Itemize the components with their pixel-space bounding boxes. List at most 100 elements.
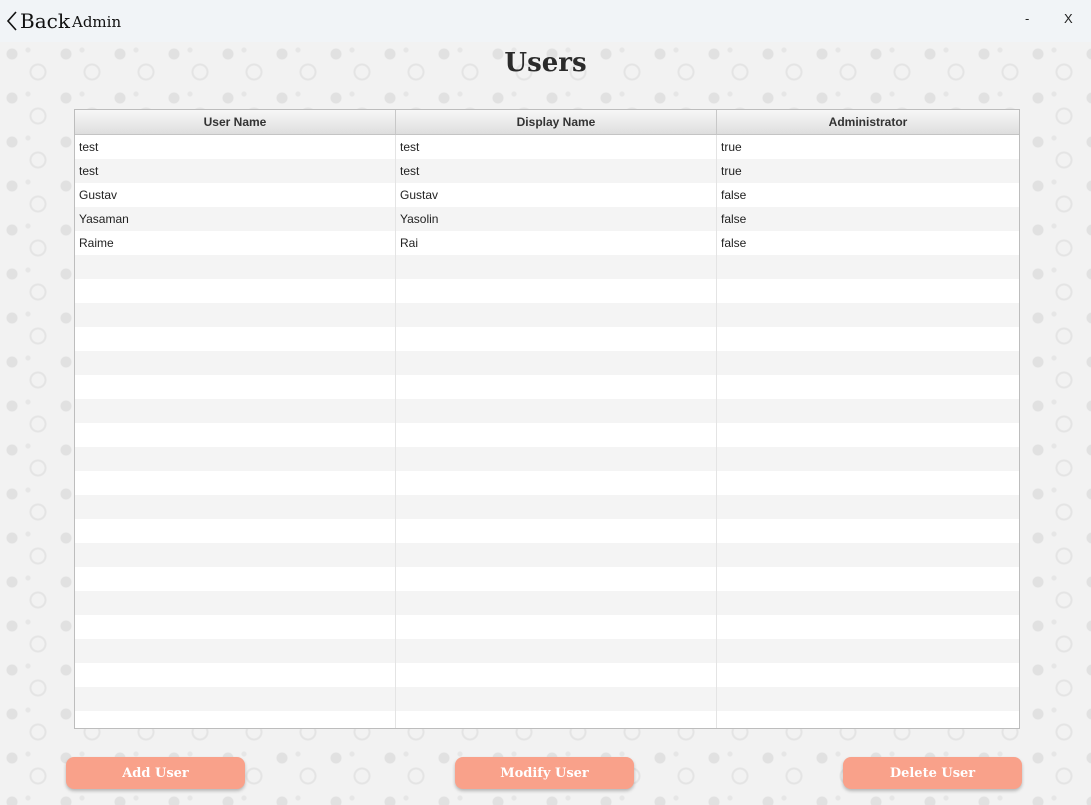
back-button[interactable]: Back (6, 6, 70, 36)
empty-cell (75, 351, 396, 375)
empty-table-row (75, 687, 1019, 711)
cell-user-name: test (75, 159, 396, 183)
table-row[interactable]: Raime Rai false (75, 231, 1019, 255)
empty-cell (717, 471, 1019, 495)
empty-cell (75, 591, 396, 615)
empty-cell (717, 711, 1019, 728)
cell-display-name: test (396, 159, 717, 183)
minimize-button[interactable]: - (1025, 11, 1029, 26)
table-header: User Name Display Name Administrator (75, 110, 1019, 135)
empty-cell (717, 399, 1019, 423)
cell-administrator: true (721, 164, 742, 178)
empty-table-row (75, 615, 1019, 639)
empty-cell (75, 471, 396, 495)
app-title: Admin (72, 13, 122, 31)
empty-table-row (75, 495, 1019, 519)
empty-table-row (75, 711, 1019, 728)
empty-table-row (75, 543, 1019, 567)
empty-cell (396, 567, 717, 591)
empty-table-row (75, 279, 1019, 303)
cell-administrator: true (721, 140, 742, 154)
cell-display-name: Rai (396, 231, 717, 255)
empty-cell (75, 639, 396, 663)
cell-user-name: test (75, 135, 396, 159)
empty-table-row (75, 327, 1019, 351)
empty-cell (717, 639, 1019, 663)
empty-cell (75, 327, 396, 351)
empty-cell (396, 399, 717, 423)
empty-cell (396, 423, 717, 447)
table-row[interactable]: test test true (75, 159, 1019, 183)
table-row[interactable]: Yasaman Yasolin false (75, 207, 1019, 231)
empty-table-row (75, 663, 1019, 687)
empty-cell (75, 423, 396, 447)
back-label: Back (20, 9, 70, 33)
cell-administrator: false (721, 188, 747, 202)
empty-cell (717, 255, 1019, 279)
delete-user-button[interactable]: Delete User (843, 757, 1022, 789)
empty-cell (75, 495, 396, 519)
empty-table-row (75, 399, 1019, 423)
empty-cell (717, 663, 1019, 687)
empty-cell (717, 303, 1019, 327)
empty-cell (396, 279, 717, 303)
users-table: User Name Display Name Administrator tes… (74, 109, 1020, 729)
empty-cell (396, 519, 717, 543)
empty-cell (717, 423, 1019, 447)
empty-cell (75, 615, 396, 639)
empty-cell (75, 663, 396, 687)
add-user-button[interactable]: Add User (66, 757, 245, 789)
column-header-user-name[interactable]: User Name (75, 110, 396, 134)
empty-cell (396, 471, 717, 495)
cell-display-name: Yasolin (396, 207, 717, 231)
empty-table-row (75, 471, 1019, 495)
empty-cell (717, 495, 1019, 519)
empty-cell (75, 399, 396, 423)
cell-user-name: Yasaman (75, 207, 396, 231)
empty-cell (717, 687, 1019, 711)
empty-cell (717, 543, 1019, 567)
empty-cell (717, 279, 1019, 303)
empty-cell (396, 543, 717, 567)
empty-cell (75, 543, 396, 567)
empty-cell (75, 255, 396, 279)
empty-cell (396, 711, 717, 728)
empty-cell (396, 447, 717, 471)
empty-cell (396, 375, 717, 399)
empty-table-row (75, 519, 1019, 543)
cell-display-name: Gustav (396, 183, 717, 207)
empty-cell (717, 351, 1019, 375)
empty-table-row (75, 423, 1019, 447)
chevron-left-icon (6, 11, 17, 31)
empty-table-row (75, 303, 1019, 327)
empty-cell (396, 303, 717, 327)
column-header-display-name[interactable]: Display Name (396, 110, 717, 134)
modify-user-button[interactable]: Modify User (455, 757, 634, 789)
empty-cell (396, 663, 717, 687)
cell-administrator: false (721, 236, 747, 250)
column-header-administrator[interactable]: Administrator (717, 110, 1019, 134)
empty-table-row (75, 639, 1019, 663)
empty-cell (75, 519, 396, 543)
table-body: test test true test test true Gustav Gustav fals… (75, 135, 1019, 728)
empty-cell (717, 375, 1019, 399)
empty-cell (75, 279, 396, 303)
empty-cell (396, 687, 717, 711)
empty-cell (75, 687, 396, 711)
empty-cell (75, 375, 396, 399)
empty-table-row (75, 351, 1019, 375)
cell-administrator: false (721, 212, 747, 226)
empty-cell (396, 615, 717, 639)
empty-cell (717, 591, 1019, 615)
empty-cell (75, 711, 396, 728)
empty-cell (396, 495, 717, 519)
empty-cell (396, 351, 717, 375)
empty-cell (717, 519, 1019, 543)
table-row[interactable]: Gustav Gustav false (75, 183, 1019, 207)
empty-cell (396, 639, 717, 663)
empty-cell (396, 255, 717, 279)
close-button[interactable]: X (1064, 11, 1073, 26)
table-row[interactable]: test test true (75, 135, 1019, 159)
empty-cell (717, 567, 1019, 591)
empty-cell (396, 327, 717, 351)
